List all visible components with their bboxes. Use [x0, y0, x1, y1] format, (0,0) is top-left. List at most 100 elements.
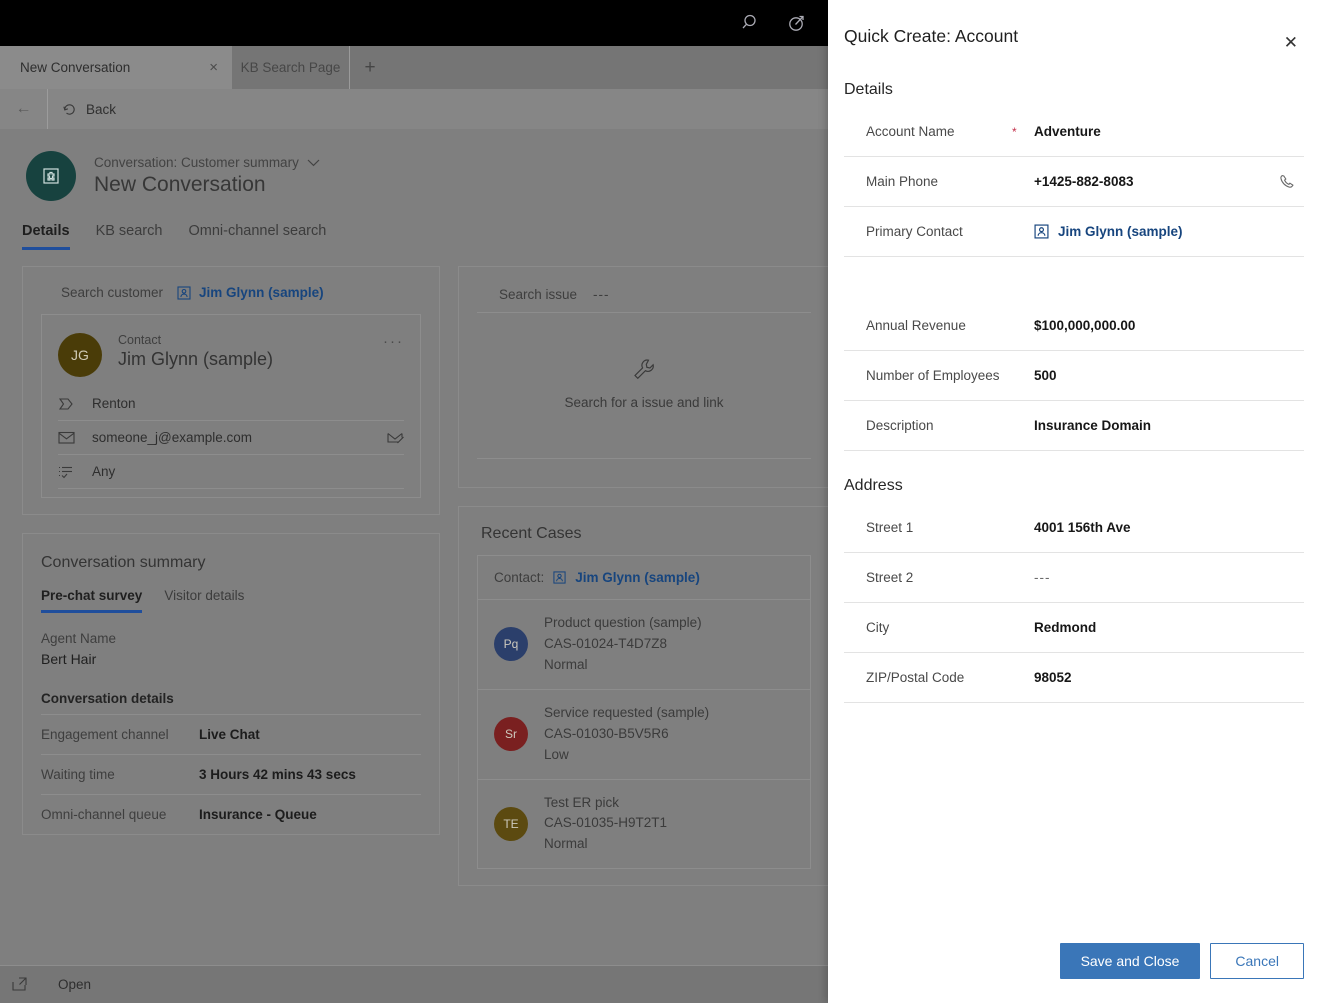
field-row-street-2[interactable]: Street 2 ---	[844, 553, 1304, 603]
field-value[interactable]: 4001 156th Ave	[1034, 520, 1278, 535]
page-tab-list: Details KB search Omni-channel search	[0, 201, 828, 250]
conversation-details-heading: Conversation details	[23, 667, 439, 714]
search-issue-row[interactable]: Search issue ---	[459, 267, 829, 312]
field-row-city[interactable]: City Redmond	[844, 603, 1304, 653]
session-tab-label: KB Search Page	[241, 60, 341, 75]
engagement-channel-label: Engagement channel	[41, 727, 199, 742]
case-number: CAS-01035-H9T2T1	[544, 813, 667, 834]
phone-icon[interactable]	[1278, 173, 1304, 191]
case-avatar: Sr	[494, 717, 528, 751]
contact-email-value: someone_j@example.com	[92, 430, 387, 445]
chevron-down-icon[interactable]	[307, 159, 320, 167]
recent-cases-list: Contact: Jim Glynn (sample)	[477, 555, 811, 869]
contact-entity-label: Contact	[118, 333, 383, 347]
field-label: Description	[844, 416, 1012, 436]
field-row-street-1[interactable]: Street 1 4001 156th Ave	[844, 503, 1304, 553]
field-row-annual-revenue[interactable]: Annual Revenue $100,000,000.00	[844, 301, 1304, 351]
field-row-description[interactable]: Description Insurance Domain	[844, 401, 1304, 451]
customer-summary-panel: Search customer Jim Glynn (sample)	[22, 266, 440, 515]
tag-icon	[58, 397, 92, 411]
send-mail-icon[interactable]	[387, 431, 404, 445]
field-value[interactable]: 500	[1034, 368, 1278, 383]
main-content: Conversation: Customer summary New Conve…	[0, 129, 828, 965]
primary-contact-link[interactable]: Jim Glynn (sample)	[1058, 224, 1183, 239]
field-value[interactable]: +1425-882-8083	[1034, 174, 1278, 189]
field-row-primary-contact[interactable]: Primary Contact Jim Glynn (sample)	[844, 207, 1304, 257]
list-item[interactable]: Sr Service requested (sample) CAS-01030-…	[478, 690, 810, 780]
search-customer-row: Search customer Jim Glynn (sample)	[23, 267, 439, 314]
field-value[interactable]: $100,000,000.00	[1034, 318, 1278, 333]
list-item[interactable]: Pq Product question (sample) CAS-01024-T…	[478, 600, 810, 690]
field-label: Number of Employees	[844, 366, 1012, 386]
middle-column: Search issue --- Search for a issue and …	[458, 266, 830, 886]
search-issue-label: Search issue	[499, 287, 577, 302]
field-row-account-name[interactable]: Account Name * Adventure	[844, 107, 1304, 157]
more-options-icon[interactable]: ···	[383, 333, 404, 350]
columns: Search customer Jim Glynn (sample)	[0, 250, 828, 886]
field-label: Street 2	[844, 568, 1012, 588]
conversation-header: Conversation: Customer summary New Conve…	[0, 129, 828, 201]
session-tab-strip: New Conversation × KB Search Page +	[0, 46, 828, 89]
case-details: Product question (sample) CAS-01024-T4D7…	[544, 613, 702, 676]
search-icon[interactable]	[740, 12, 762, 34]
diagnostics-icon[interactable]	[786, 12, 808, 34]
field-value[interactable]: ---	[1034, 570, 1278, 585]
case-title: Service requested (sample)	[544, 703, 709, 724]
contact-card-names: Contact Jim Glynn (sample)	[118, 333, 383, 370]
contact-card-header: JG Contact Jim Glynn (sample) ···	[42, 315, 420, 387]
save-and-close-button[interactable]: Save and Close	[1060, 943, 1201, 979]
customer-lookup-value[interactable]: Jim Glynn (sample)	[177, 285, 324, 300]
case-title: Test ER pick	[544, 793, 667, 814]
field-label: Main Phone	[844, 172, 1012, 192]
field-row-zip-postal-code[interactable]: ZIP/Postal Code 98052	[844, 653, 1304, 703]
open-window-icon[interactable]	[0, 977, 40, 992]
cancel-button[interactable]: Cancel	[1210, 943, 1304, 979]
left-column: Search customer Jim Glynn (sample)	[22, 266, 440, 886]
conversation-summary-tabs: Pre-chat survey Visitor details	[23, 572, 439, 613]
quick-create-header: Quick Create: Account ✕	[828, 0, 1328, 55]
tab-pre-chat-survey[interactable]: Pre-chat survey	[41, 588, 142, 613]
back-arrow-icon[interactable]: ←	[0, 89, 48, 129]
search-customer-label: Search customer	[61, 285, 163, 300]
tab-omni-channel-search[interactable]: Omni-channel search	[188, 223, 326, 250]
conversation-avatar	[26, 151, 76, 201]
list-item[interactable]: TE Test ER pick CAS-01035-H9T2T1 Normal	[478, 780, 810, 869]
field-value[interactable]: Adventure	[1034, 124, 1278, 139]
tab-details[interactable]: Details	[22, 223, 70, 250]
section-heading-details: Details	[828, 55, 1328, 99]
app-root: New Conversation × KB Search Page + ← Ba…	[0, 0, 1328, 1003]
conversation-summary-title: Conversation summary	[23, 534, 439, 572]
conversation-detail-row: Omni-channel queue Insurance - Queue	[41, 794, 421, 834]
session-tab-kb-search-page[interactable]: KB Search Page	[232, 46, 350, 89]
close-icon[interactable]: ✕	[1278, 30, 1304, 55]
recent-cases-contact-link[interactable]: Jim Glynn (sample)	[575, 570, 700, 585]
session-tab-new-conversation[interactable]: New Conversation ×	[0, 46, 232, 89]
agent-name-field: Agent Name Bert Hair	[23, 613, 439, 667]
customer-name-link[interactable]: Jim Glynn (sample)	[199, 285, 324, 300]
plus-icon[interactable]: +	[356, 46, 384, 89]
recent-cases-title: Recent Cases	[459, 507, 829, 555]
field-label: ZIP/Postal Code	[844, 668, 1012, 688]
tab-visitor-details[interactable]: Visitor details	[164, 588, 244, 613]
back-button[interactable]: Back	[48, 102, 116, 117]
field-row-number-of-employees[interactable]: Number of Employees 500	[844, 351, 1304, 401]
address-fields: Street 1 4001 156th Ave Street 2 --- Cit…	[828, 495, 1328, 703]
quick-create-panel: Quick Create: Account ✕ Details Account …	[828, 0, 1328, 1003]
contact-record-icon	[553, 571, 566, 584]
field-value[interactable]: 98052	[1034, 670, 1278, 685]
close-icon[interactable]: ×	[209, 60, 218, 75]
contact-record-icon	[1034, 224, 1049, 239]
field-value[interactable]: Redmond	[1034, 620, 1278, 635]
status-text: Open	[58, 977, 91, 992]
field-value[interactable]: Insurance Domain	[1034, 418, 1278, 433]
conversation-form-selector[interactable]: Conversation: Customer summary	[94, 155, 320, 170]
contact-record-icon	[177, 286, 191, 300]
field-value-lookup[interactable]: Jim Glynn (sample)	[1034, 224, 1278, 239]
recent-cases-panel: Recent Cases Contact:	[458, 506, 830, 886]
tab-kb-search[interactable]: KB search	[96, 223, 163, 250]
case-details: Test ER pick CAS-01035-H9T2T1 Normal	[544, 793, 667, 856]
page-title: New Conversation	[94, 173, 320, 197]
issue-empty-text: Search for a issue and link	[564, 395, 723, 410]
field-row-main-phone[interactable]: Main Phone +1425-882-8083	[844, 157, 1304, 207]
omni-channel-queue-label: Omni-channel queue	[41, 807, 199, 822]
